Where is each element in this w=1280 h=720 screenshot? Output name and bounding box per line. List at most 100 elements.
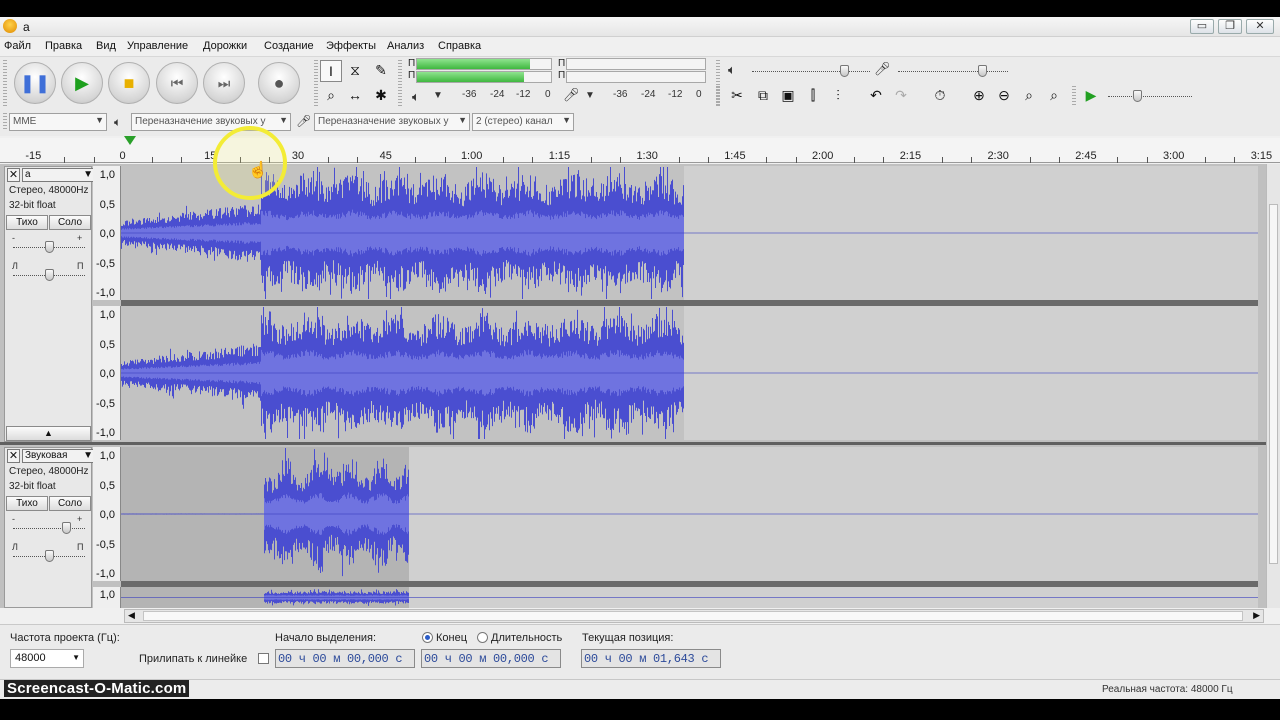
waveform-channel-right[interactable] [121, 306, 1258, 440]
vertical-ruler[interactable]: 1,0 0,5 0,0 -0,5 -1,0 [93, 447, 121, 581]
skip-start-button[interactable]: ⏮ [156, 62, 198, 104]
menu-file[interactable]: Файл [4, 40, 31, 52]
channel-divider [121, 300, 1258, 306]
pan-thumb[interactable] [45, 550, 54, 562]
multi-tool-button[interactable]: ✱ [370, 85, 392, 107]
input-volume-thumb[interactable] [977, 65, 987, 77]
input-volume-slider[interactable] [898, 71, 1008, 73]
waveform-channel-right[interactable] [121, 587, 1258, 608]
speaker-icon[interactable]: 🔈︎ [412, 89, 420, 105]
menu-transport[interactable]: Управление [127, 40, 188, 52]
mute-button[interactable]: Тихо [6, 496, 48, 511]
menu-analyze[interactable]: Анализ [387, 40, 424, 52]
device-grip[interactable] [3, 113, 7, 131]
waveform-channel-left[interactable] [121, 447, 1258, 581]
menu-help[interactable]: Справка [438, 40, 481, 52]
vertical-ruler[interactable]: 1,0 0,5 0,0 -0,5 -1,0 [93, 306, 121, 440]
zoom-tool-button[interactable]: ⌕ [320, 85, 342, 107]
tools-grip[interactable] [314, 60, 318, 106]
playback-meter-right[interactable] [566, 71, 706, 83]
project-rate-select[interactable]: 48000 ▼ [10, 649, 84, 668]
maximize-button[interactable]: ❐ [1218, 19, 1242, 34]
undo-button[interactable]: ↶ [865, 85, 887, 107]
playback-meter-left[interactable] [566, 58, 706, 70]
pause-button[interactable]: ❚❚ [14, 62, 56, 104]
chevron-down-icon[interactable]: ▼ [585, 90, 595, 101]
meter-grip[interactable] [398, 60, 402, 106]
waveform-channel-left[interactable] [121, 166, 1258, 300]
track-name-menu[interactable]: Звуковая ▼ [22, 449, 96, 463]
output-device-select[interactable]: Переназначение звуковых у ▼ [131, 113, 291, 131]
horizontal-scroll-thumb[interactable] [143, 611, 1243, 621]
vertical-ruler[interactable]: 1,0 [93, 587, 121, 608]
chevron-down-icon[interactable]: ▼ [433, 90, 443, 101]
scroll-right-icon[interactable]: ▶ [1253, 610, 1260, 621]
audio-position-field[interactable]: 00 ч 00 м 01,643 с [581, 649, 721, 668]
play-button[interactable]: ▶ [61, 62, 103, 104]
vertical-scroll-thumb[interactable] [1269, 204, 1278, 564]
redo-button[interactable]: ↷ [890, 85, 912, 107]
output-volume-slider[interactable] [752, 71, 870, 73]
gain-thumb[interactable] [45, 241, 54, 253]
speed-slider[interactable] [1108, 96, 1192, 98]
toolbar-grip[interactable] [3, 60, 7, 106]
silence-button[interactable]: ⫶ [827, 85, 849, 107]
zoom-out-button[interactable]: ⊖ [993, 85, 1015, 107]
stop-button[interactable]: ■ [108, 62, 150, 104]
fit-selection-button[interactable]: ⌕ [1018, 85, 1040, 107]
selection-start-field[interactable]: 00 ч 00 м 00,000 с [275, 649, 415, 668]
cut-button[interactable]: ✂ [726, 85, 748, 107]
snap-to-checkbox[interactable] [258, 653, 269, 664]
gain-thumb[interactable] [61, 522, 71, 534]
channels-select[interactable]: 2 (стерео) канал ▼ [472, 113, 574, 131]
selection-tool-button[interactable]: I [320, 60, 342, 82]
solo-button[interactable]: Соло [49, 215, 91, 230]
copy-button[interactable]: ⧉ [752, 85, 774, 107]
mute-button[interactable]: Тихо [6, 215, 48, 230]
menu-tracks[interactable]: Дорожки [203, 40, 247, 52]
input-device-select[interactable]: Переназначение звуковых у ▼ [314, 113, 470, 131]
speed-thumb[interactable] [1133, 90, 1143, 102]
menu-view[interactable]: Вид [96, 40, 116, 52]
play-at-speed-button[interactable]: ▶ [1080, 85, 1102, 107]
length-radio[interactable] [477, 632, 488, 643]
sync-lock-button[interactable]: ⏱ [929, 85, 951, 107]
menu-edit[interactable]: Правка [45, 40, 82, 52]
record-button[interactable]: ● [258, 62, 300, 104]
vertical-ruler[interactable]: 1,0 0,5 0,0 -0,5 -1,0 [93, 166, 121, 300]
close-track-button[interactable]: ✕ [7, 168, 20, 182]
menu-effects[interactable]: Эффекты [326, 40, 376, 52]
track-name-menu[interactable]: a ▼ [22, 168, 96, 182]
track-area[interactable]: ✕ a ▼ Стерео, 48000Hz 32-bit float Тихо С… [0, 164, 1266, 608]
time-shift-tool-button[interactable]: ↔ [344, 85, 366, 107]
menu-generate[interactable]: Создание [264, 40, 314, 52]
track-separator[interactable] [0, 442, 1266, 445]
trim-button[interactable]: ⫿ [802, 85, 824, 107]
vertical-scrollbar[interactable] [1266, 164, 1280, 608]
solo-button[interactable]: Соло [49, 496, 91, 511]
fit-project-button[interactable]: ⌕ [1043, 85, 1065, 107]
host-select[interactable]: MME ▼ [9, 113, 107, 131]
close-window-button[interactable]: ✕ [1246, 19, 1274, 34]
horizontal-scrollbar[interactable]: ◀ ▶ [124, 609, 1264, 623]
edit-grip[interactable] [716, 86, 720, 106]
envelope-tool-button[interactable]: ⧖ [344, 60, 366, 82]
speed-grip[interactable] [1072, 86, 1076, 106]
zoom-in-button[interactable]: ⊕ [968, 85, 990, 107]
close-track-button[interactable]: ✕ [7, 449, 20, 463]
minimize-button[interactable]: ▭ [1190, 19, 1214, 34]
record-meter-left[interactable] [416, 58, 552, 70]
gain-slider[interactable] [13, 528, 85, 530]
end-radio[interactable] [422, 632, 433, 643]
record-meter-right[interactable] [416, 71, 552, 83]
draw-tool-button[interactable]: ✎ [370, 60, 392, 82]
scroll-left-icon[interactable]: ◀ [128, 610, 135, 621]
paste-button[interactable]: ▣ [777, 85, 799, 107]
pan-thumb[interactable] [45, 269, 54, 281]
meter-channel-label: П [558, 70, 566, 81]
selection-end-field[interactable]: 00 ч 00 м 00,000 с [421, 649, 561, 668]
output-volume-thumb[interactable] [840, 65, 850, 77]
skip-end-button[interactable]: ⏭ [203, 62, 245, 104]
microphone-icon[interactable]: 🎤︎ [563, 87, 580, 103]
collapse-track-button[interactable]: ▲ [6, 426, 91, 441]
